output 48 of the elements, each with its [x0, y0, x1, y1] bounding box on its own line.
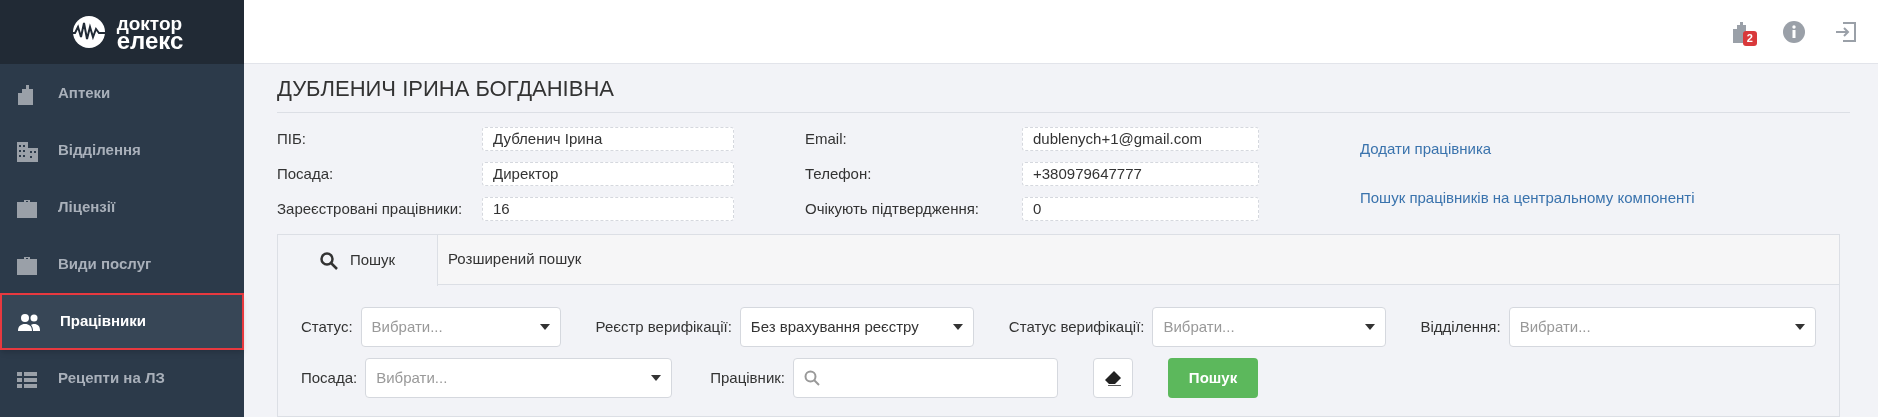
dropdown[interactable]: Без врахування реєстру: [739, 307, 974, 347]
sidebar-item[interactable]: Аптеки: [0, 65, 244, 122]
caret-icon: [651, 375, 662, 381]
office-building-icon: [16, 139, 38, 162]
caret-icon: [952, 324, 963, 330]
filter-label: Посада:: [301, 367, 358, 388]
link[interactable]: Додати працівника: [1360, 138, 1695, 161]
search-field[interactable]: [793, 358, 1058, 398]
tab[interactable]: Розширений пошук: [438, 235, 592, 284]
sidebar-item[interactable]: Працівники: [0, 293, 244, 350]
filter-label: Працівник:: [710, 367, 785, 388]
sidebar-item[interactable]: Відділення: [0, 122, 244, 179]
dropdown[interactable]: Вибрати...: [360, 307, 561, 347]
search-icon: [804, 370, 820, 386]
caret-icon: [539, 324, 550, 330]
field-label: Телефон:: [805, 163, 873, 184]
filter-label: Статус:: [301, 316, 353, 337]
dropdown[interactable]: Вибрати...: [365, 358, 673, 398]
sidebar-item[interactable]: Види послуг: [0, 236, 244, 293]
filter-label: Статус верифікації:: [1008, 316, 1145, 337]
filter-label: Відділення:: [1420, 316, 1501, 337]
caret-icon: [1794, 324, 1805, 330]
sidebar-item[interactable]: Рецепти на ЛЗ: [0, 350, 244, 407]
page-title: ДУБЛЕНИЧ ІРИНА БОГДАНІВНА: [277, 64, 1850, 113]
logo-text: доктор: [116, 15, 184, 32]
clear-button[interactable]: [1093, 358, 1133, 398]
value-field: +380979647777: [1022, 162, 1259, 186]
dropdown[interactable]: Вибрати...: [1508, 307, 1816, 347]
eraser-icon: [1104, 370, 1122, 386]
dropdown[interactable]: Вибрати...: [1152, 307, 1387, 347]
field-label: Посада:: [277, 163, 335, 184]
search-icon: [319, 251, 338, 270]
value-field: dublenych+1@gmail.com: [1022, 127, 1259, 151]
info-icon[interactable]: [1782, 20, 1805, 43]
field-label: ПІБ:: [277, 128, 307, 149]
link[interactable]: Пошук працівників на центральному компоненті: [1360, 186, 1695, 209]
value-field: Дубленич Ірина: [482, 127, 734, 151]
value-field: Директор: [482, 162, 734, 186]
value-field: 16: [482, 197, 734, 221]
field-label: Email:: [805, 128, 848, 149]
value-field: 0: [1022, 197, 1259, 221]
tab[interactable]: Пошук: [278, 235, 438, 286]
field-label: Очікують підтвердження:: [805, 198, 981, 219]
sidebar-item[interactable]: Ліцензії: [0, 179, 244, 236]
caret-icon: [1365, 324, 1376, 330]
sign-in-icon[interactable]: [1834, 20, 1857, 43]
field-label: Зареєстровані працівники:: [277, 198, 464, 219]
filter-label: Реєстр верифікації:: [595, 316, 732, 337]
